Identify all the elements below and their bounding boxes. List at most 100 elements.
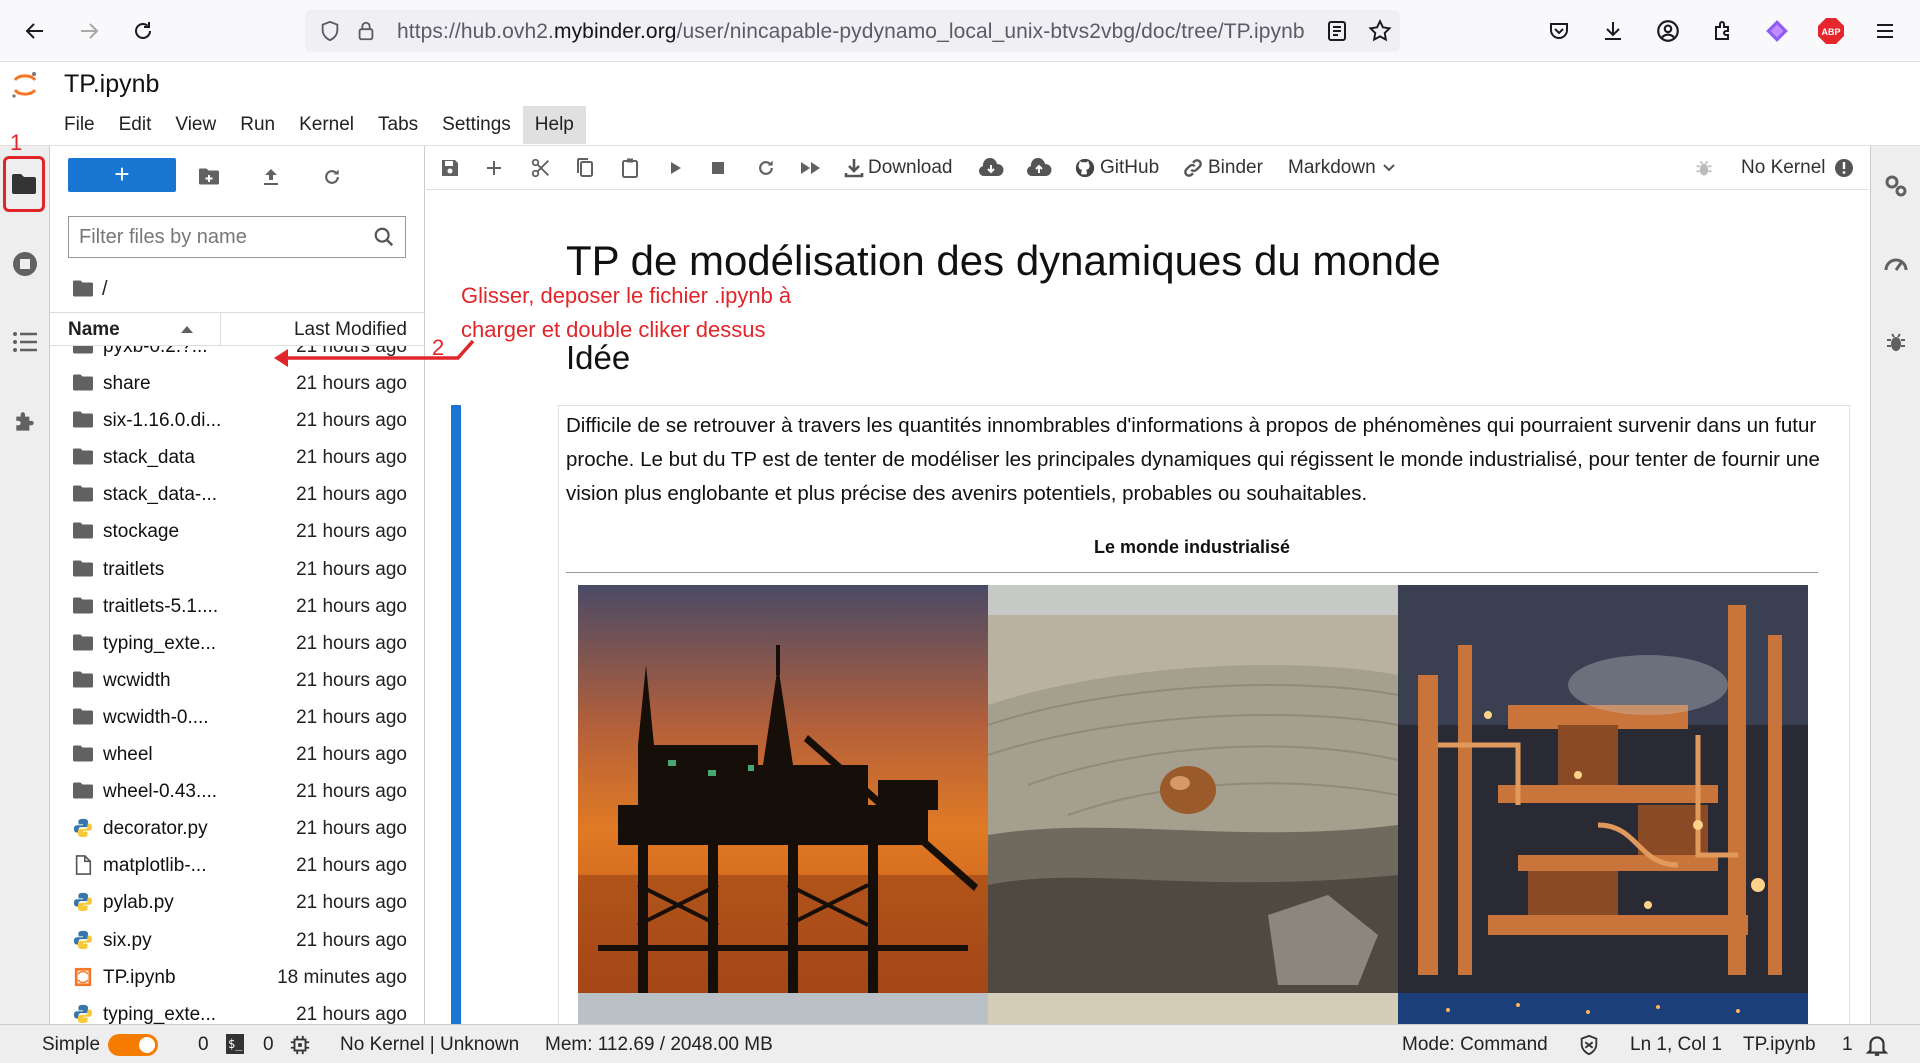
url-text[interactable]: https://hub.ovh2.mybinder.org/user/ninca…: [397, 20, 1305, 44]
kernel-count[interactable]: 0: [198, 1034, 209, 1056]
cut-button[interactable]: [530, 152, 556, 184]
trust-shield-icon[interactable]: [1578, 1033, 1600, 1057]
menu-settings[interactable]: Settings: [430, 106, 523, 144]
file-modified: 21 hours ago: [296, 484, 407, 506]
debugger-toggle[interactable]: [1694, 152, 1718, 184]
menu-kernel[interactable]: Kernel: [287, 106, 366, 144]
new-launcher-button[interactable]: +: [68, 158, 176, 192]
file-modified: 21 hours ago: [296, 892, 407, 914]
paste-button[interactable]: [620, 152, 644, 184]
list-item[interactable]: wheel 21 hours ago: [50, 736, 425, 773]
kernel-name[interactable]: No Kernel: [1741, 152, 1826, 184]
list-item[interactable]: traitlets-5.1.... 21 hours ago: [50, 588, 425, 625]
notebook-panel[interactable]: TP de modélisation des dynamiques du mon…: [426, 191, 1869, 1024]
table-of-contents-tab[interactable]: [5, 322, 45, 362]
notebook-mode: Mode: Command: [1402, 1034, 1548, 1055]
copy-button[interactable]: [575, 152, 599, 184]
menu-help[interactable]: Help: [522, 106, 586, 144]
cloud-download-button[interactable]: [978, 152, 1008, 184]
active-cell-indicator[interactable]: [451, 405, 461, 1024]
github-button[interactable]: GitHub: [1074, 152, 1159, 184]
list-item[interactable]: TP.ipynb 18 minutes ago: [50, 959, 425, 996]
kernel-status-indicator[interactable]: [1834, 152, 1858, 184]
account-icon[interactable]: [1653, 16, 1683, 46]
list-item[interactable]: traitlets 21 hours ago: [50, 551, 425, 588]
breadcrumb[interactable]: /: [72, 274, 108, 304]
list-item[interactable]: typing_exte... 21 hours ago: [50, 996, 425, 1024]
upload-button[interactable]: [254, 160, 288, 194]
cursor-position[interactable]: Ln 1, Col 1: [1630, 1034, 1722, 1056]
notification-count[interactable]: 1: [1842, 1034, 1853, 1056]
url-bar[interactable]: https://hub.ovh2.mybinder.org/user/ninca…: [305, 10, 1400, 52]
run-button[interactable]: [667, 152, 687, 184]
column-divider[interactable]: [220, 313, 221, 345]
list-item[interactable]: stockage 21 hours ago: [50, 513, 425, 550]
filter-files-input[interactable]: [69, 217, 359, 257]
resource-usage-tab[interactable]: [1876, 244, 1916, 284]
filter-files-field[interactable]: [68, 216, 406, 258]
list-item[interactable]: stack_data 21 hours ago: [50, 439, 425, 476]
sort-ascending-icon[interactable]: [180, 324, 194, 334]
jupyter-logo-icon[interactable]: [10, 70, 40, 100]
list-item[interactable]: typing_exte... 21 hours ago: [50, 625, 425, 662]
restart-kernel-button[interactable]: [756, 152, 780, 184]
file-browser-tab[interactable]: [3, 156, 45, 212]
status-bar: Simple 0 $_ 0 No Kernel | Unknown Mem: 1…: [0, 1024, 1920, 1063]
list-item[interactable]: six.py 21 hours ago: [50, 922, 425, 959]
file-modified: 21 hours ago: [296, 1003, 407, 1024]
menu-edit[interactable]: Edit: [107, 106, 164, 144]
extension-gem-icon[interactable]: [1762, 16, 1792, 46]
simple-mode-toggle[interactable]: [108, 1034, 158, 1056]
restart-run-all-button[interactable]: [800, 152, 826, 184]
list-item[interactable]: stack_data-... 21 hours ago: [50, 476, 425, 513]
list-item[interactable]: pylab.py 21 hours ago: [50, 884, 425, 921]
menu-file[interactable]: File: [52, 106, 107, 144]
property-inspector-tab[interactable]: [1876, 166, 1916, 206]
lock-icon[interactable]: [355, 19, 377, 43]
save-button[interactable]: [440, 152, 464, 184]
shield-icon[interactable]: [319, 20, 341, 42]
bell-icon[interactable]: [1864, 1032, 1890, 1058]
debugger-tab[interactable]: [1876, 322, 1916, 362]
extensions-icon[interactable]: [1708, 16, 1738, 46]
pocket-icon[interactable]: [1544, 16, 1574, 46]
binder-button[interactable]: Binder: [1182, 152, 1263, 184]
kernel-status[interactable]: No Kernel | Unknown: [340, 1034, 519, 1056]
extension-manager-tab[interactable]: [5, 402, 45, 442]
forward-button[interactable]: [72, 14, 106, 48]
cloud-upload-button[interactable]: [1026, 152, 1056, 184]
download-button[interactable]: Download: [844, 152, 953, 184]
menu-view[interactable]: View: [163, 106, 228, 144]
cloud-download-icon: [979, 158, 1004, 176]
folder-icon: [73, 708, 93, 725]
interrupt-button[interactable]: [711, 152, 729, 184]
menu-run[interactable]: Run: [228, 106, 287, 144]
terminal-count[interactable]: 0: [263, 1034, 274, 1056]
insert-cell-button[interactable]: [485, 152, 507, 184]
menu-hamburger-icon[interactable]: [1870, 16, 1900, 46]
back-button[interactable]: [18, 14, 52, 48]
running-sessions-tab[interactable]: [5, 244, 45, 284]
list-item[interactable]: matplotlib-... 21 hours ago: [50, 847, 425, 884]
cell-type-select[interactable]: Markdown: [1288, 152, 1400, 184]
list-item[interactable]: wheel-0.43.... 21 hours ago: [50, 773, 425, 810]
adblock-icon[interactable]: ABP: [1816, 16, 1846, 46]
column-name-header[interactable]: Name: [68, 319, 120, 341]
reader-mode-icon[interactable]: [1325, 19, 1349, 43]
puzzle-icon: [16, 412, 34, 431]
list-item[interactable]: decorator.py 21 hours ago: [50, 810, 425, 847]
breadcrumb-root[interactable]: /: [102, 278, 108, 301]
downloads-icon[interactable]: [1598, 16, 1628, 46]
new-folder-button[interactable]: [192, 160, 226, 194]
reload-button[interactable]: [126, 14, 160, 48]
terminal-icon[interactable]: $_: [226, 1034, 245, 1054]
list-item[interactable]: share 21 hours ago: [50, 365, 425, 402]
list-item[interactable]: wcwidth 21 hours ago: [50, 662, 425, 699]
refresh-files-button[interactable]: [315, 160, 349, 194]
menu-tabs[interactable]: Tabs: [366, 106, 430, 144]
list-item[interactable]: six-1.16.0.di... 21 hours ago: [50, 402, 425, 439]
notebook-title[interactable]: TP.ipynb: [64, 70, 159, 99]
bookmark-star-icon[interactable]: [1367, 18, 1393, 44]
list-item[interactable]: wcwidth-0.... 21 hours ago: [50, 699, 425, 736]
cpu-icon[interactable]: [289, 1034, 311, 1056]
